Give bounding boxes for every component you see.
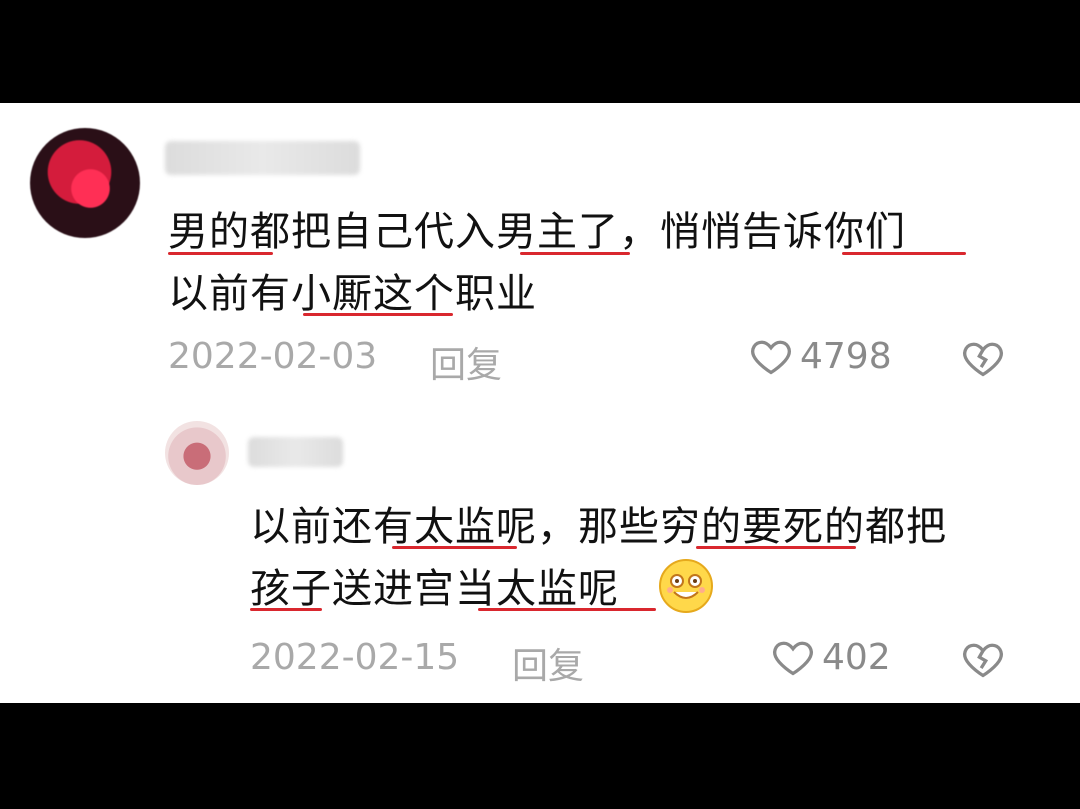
comment-date: 2022-02-15 <box>250 637 460 678</box>
avatar[interactable] <box>165 421 229 485</box>
heart-outline-icon <box>751 340 791 375</box>
grinning-emoji-icon <box>659 559 713 613</box>
username-blurred[interactable] <box>248 437 343 467</box>
broken-heart-icon[interactable] <box>960 336 1006 380</box>
underline-mark <box>303 313 453 316</box>
broken-heart-icon[interactable] <box>960 637 1006 681</box>
comment-date: 2022-02-03 <box>168 336 378 377</box>
comment-text: 以前还有太监呢，那些穷的要死的都把 孩子送进宫当太监呢 <box>250 496 1050 620</box>
avatar[interactable] <box>30 128 140 238</box>
comment-panel: 男的都把自己代入男主了，悄悄告诉你们 以前有小厮这个职业 2022-02-03 … <box>0 103 1080 703</box>
underline-mark <box>842 252 966 255</box>
underline-mark <box>168 252 273 255</box>
username-blurred[interactable] <box>165 141 360 175</box>
like-button[interactable]: 4798 <box>748 334 892 378</box>
like-count: 4798 <box>800 335 892 377</box>
underline-mark <box>478 608 656 611</box>
reply-button[interactable]: 回复 <box>512 637 584 689</box>
comment-text: 男的都把自己代入男主了，悄悄告诉你们 以前有小厮这个职业 <box>168 201 1048 325</box>
reply-button[interactable]: 回复 <box>430 336 502 388</box>
underline-mark <box>392 546 517 549</box>
comment-line: 以前还有太监呢，那些穷的要死的都把 <box>250 504 947 550</box>
underline-mark <box>250 608 322 611</box>
underline-mark <box>520 252 630 255</box>
comment-line: 以前有小厮这个职业 <box>168 271 537 317</box>
like-button[interactable]: 402 <box>770 635 891 679</box>
heart-outline-icon <box>773 641 813 676</box>
underline-mark <box>696 546 856 549</box>
like-count: 402 <box>822 636 891 678</box>
